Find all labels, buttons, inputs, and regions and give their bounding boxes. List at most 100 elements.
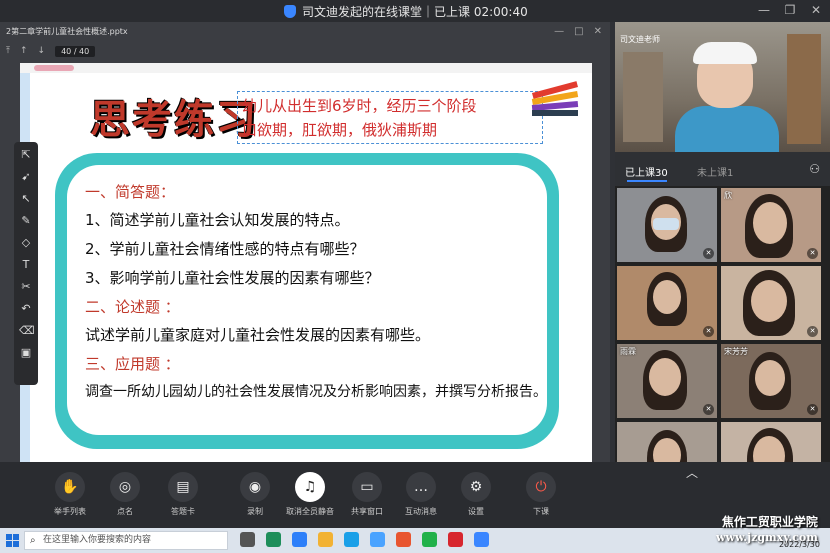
- viewer-maximize-icon[interactable]: □: [574, 26, 583, 37]
- teacher-body: [675, 106, 779, 152]
- select-arrow-icon[interactable]: ↖: [19, 192, 33, 206]
- answer-card-button[interactable]: ▤ 答题卡: [158, 472, 208, 517]
- unmute-all-icon: ♫: [295, 472, 325, 502]
- page-total: / 40: [73, 46, 90, 56]
- expand-panel-icon[interactable]: ︿: [686, 464, 698, 481]
- end-class-label: 下课: [533, 507, 549, 516]
- wps-icon[interactable]: [448, 532, 463, 547]
- store-icon[interactable]: [292, 532, 307, 547]
- eraser-icon[interactable]: ⌫: [19, 324, 35, 338]
- undo-icon[interactable]: ↶: [19, 302, 33, 316]
- wechat-icon[interactable]: [422, 532, 437, 547]
- answer-card-label: 答题卡: [171, 507, 195, 516]
- roll-call-button[interactable]: ◎ 点名: [100, 472, 150, 517]
- mic-muted-icon: ✕: [807, 404, 818, 415]
- section-heading-short-answer: 一、简答题：: [85, 183, 176, 201]
- window-title-text: 司文迪发起的在线课堂｜已上课 02:00:40: [302, 5, 528, 19]
- roll-call-label: 点名: [117, 507, 133, 516]
- shield-icon: [284, 5, 296, 18]
- first-page-icon[interactable]: ⤒: [6, 46, 10, 56]
- student-tile[interactable]: ✕: [721, 266, 821, 340]
- page-current: 40: [61, 46, 72, 56]
- task-view-icon[interactable]: [240, 532, 255, 547]
- mic-muted-icon: ✕: [807, 326, 818, 337]
- taskbar-search[interactable]: ⌕ 在这里输入你要搜索的内容: [24, 531, 228, 550]
- interactive-messages-label: 互动消息: [405, 507, 437, 516]
- text-tool-icon[interactable]: T: [19, 258, 33, 272]
- online-classroom-window: 司文迪发起的在线课堂｜已上课 02:00:40 — ❐ ✕ 2第二章学前儿童社会…: [0, 0, 830, 553]
- student-tile[interactable]: 欣 ✕: [721, 188, 821, 262]
- edge-icon[interactable]: [266, 532, 281, 547]
- end-class-button[interactable]: ⏻ 下课: [516, 472, 566, 517]
- student-tile[interactable]: ✕: [617, 188, 717, 262]
- tab-present[interactable]: 已上课30: [625, 164, 668, 179]
- classroom-app-icon[interactable]: [370, 532, 385, 547]
- next-page-icon[interactable]: ↓: [38, 46, 46, 56]
- viewer-window-controls: — □ ✕: [554, 26, 602, 37]
- section-heading-application: 三、应用题 ：: [85, 355, 180, 373]
- record-icon: ◉: [240, 472, 270, 502]
- search-icon: ⌕: [30, 535, 36, 546]
- section-heading-essay: 二、论述题 ：: [85, 298, 180, 316]
- teacher-background-door-right: [787, 34, 821, 144]
- application-question: 调查一所幼儿园幼儿的社会性发展情况及分析影响因素，并撰写分析报告。: [85, 384, 547, 400]
- folder-icon[interactable]: [318, 532, 333, 547]
- student-name: 宋芳芳: [724, 347, 748, 356]
- viewer-close-icon[interactable]: ✕: [594, 26, 602, 37]
- laser-pointer-icon[interactable]: ➹: [19, 170, 33, 184]
- exit-annotation-icon[interactable]: ⇱: [19, 148, 33, 162]
- tencent-icon[interactable]: [474, 532, 489, 547]
- unmute-all-button[interactable]: ♫ 取消全员静音: [285, 472, 335, 517]
- hand-list-button[interactable]: ✋ 举手列表: [45, 472, 95, 517]
- chat-icon: …: [406, 472, 436, 502]
- add-person-icon[interactable]: ⚇: [809, 162, 820, 176]
- crayons-icon: [531, 81, 579, 116]
- student-tile[interactable]: 雨霖 ✕: [617, 344, 717, 418]
- settings-icon: ⚙: [461, 472, 491, 502]
- essay-question: 试述学前儿童家庭对儿童社会性发展的因素有哪些。: [85, 326, 431, 344]
- ppt-viewer: 2第二章学前儿童社会性概述.pptx — □ ✕ ⤒ ↑ ↓ 40 / 40 思…: [0, 22, 610, 481]
- settings-button[interactable]: ⚙ 设置: [451, 472, 501, 517]
- ppt-filename: 2第二章学前儿童社会性概述.pptx: [6, 27, 128, 36]
- interactive-messages-button[interactable]: … 互动消息: [396, 472, 446, 517]
- student-tile[interactable]: 宋芳芳 ✕: [721, 344, 821, 418]
- window-controls: — ❐ ✕: [758, 3, 822, 17]
- start-button[interactable]: [6, 534, 19, 547]
- hand-list-label: 举手列表: [54, 507, 86, 516]
- mic-muted-icon: ✕: [807, 248, 818, 259]
- title-bar: 司文迪发起的在线课堂｜已上课 02:00:40 — ❐ ✕: [0, 0, 830, 22]
- minimize-icon[interactable]: —: [758, 3, 770, 17]
- watermark-school: 焦作工贸职业学院: [721, 515, 818, 529]
- teacher-video[interactable]: 司文迪老师: [615, 22, 830, 152]
- student-tile[interactable]: ✕: [617, 266, 717, 340]
- mic-muted-icon: ✕: [703, 326, 714, 337]
- close-icon[interactable]: ✕: [810, 3, 822, 17]
- note-line-1: 幼儿从出生到6岁时，经历三个阶段: [242, 97, 477, 115]
- teacher-name: 司文迪老师: [620, 35, 660, 44]
- viewer-minimize-icon[interactable]: —: [554, 26, 564, 37]
- student-name: 雨霖: [620, 347, 636, 356]
- page-indicator[interactable]: 40 / 40: [55, 45, 96, 57]
- restore-icon[interactable]: ❐: [784, 3, 796, 17]
- mic-muted-icon: ✕: [703, 404, 714, 415]
- toolbox-icon[interactable]: ▣: [19, 346, 33, 360]
- share-window-button[interactable]: ▭ 共享窗口: [342, 472, 392, 517]
- tab-absent[interactable]: 未上课1: [697, 164, 733, 179]
- note-line-2: 口欲期，肛欲期，俄狄浦斯期: [242, 121, 438, 139]
- slide-note-box: 幼儿从出生到6岁时，经历三个阶段 口欲期，肛欲期，俄狄浦斯期: [237, 91, 543, 144]
- watermark-url: www.jzgmxy.com: [716, 531, 818, 544]
- slide-pink-stripe: [34, 65, 74, 71]
- taskbar-search-placeholder: 在这里输入你要搜索的内容: [43, 535, 152, 545]
- questions-panel: 一、简答题： 1、简述学前儿童社会认知发展的特点。 2、学前儿童社会情绪性感的特…: [55, 153, 559, 449]
- taskbar-apps: [240, 532, 489, 547]
- school-watermark: 焦作工贸职业学院 www.jzgmxy.com: [716, 515, 818, 545]
- browser-icon[interactable]: [396, 532, 411, 547]
- window-title: 司文迪发起的在线课堂｜已上课 02:00:40: [284, 3, 528, 20]
- shapes-icon[interactable]: ◇: [19, 236, 33, 250]
- app-icon[interactable]: [344, 532, 359, 547]
- record-button[interactable]: ◉ 录制: [230, 472, 280, 517]
- scissors-icon[interactable]: ✂: [19, 280, 33, 294]
- teacher-hat: [693, 42, 757, 64]
- prev-page-icon[interactable]: ↑: [20, 46, 28, 56]
- pen-icon[interactable]: ✎: [19, 214, 33, 228]
